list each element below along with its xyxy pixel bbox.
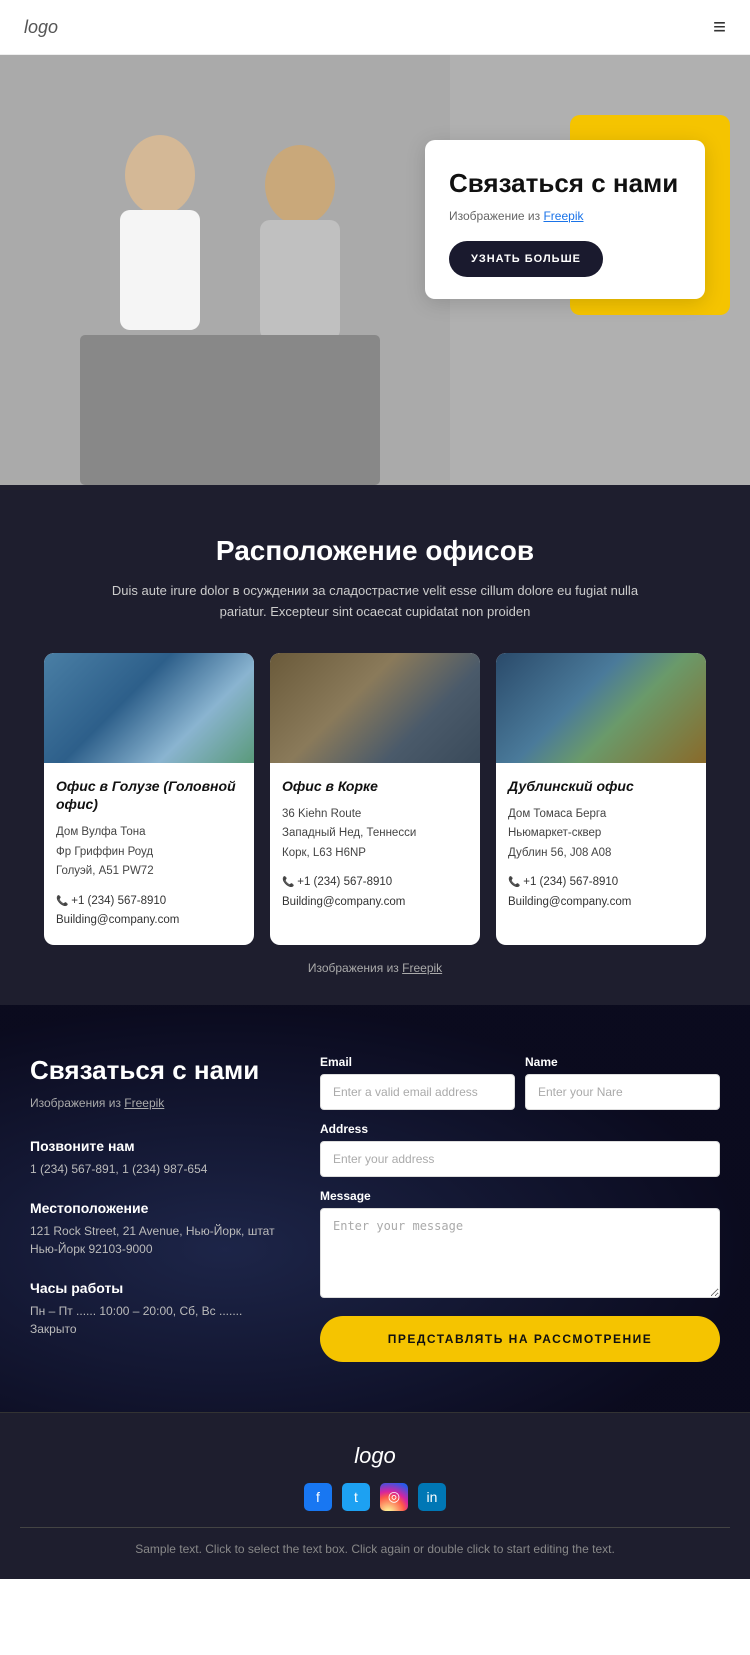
email-label: Email [320,1055,515,1069]
form-group-name: Name [525,1055,720,1110]
hero-section: Связаться с нами Изображение из Freepik … [0,55,750,485]
office-card-2-title: Офис в Корке [282,777,468,795]
name-input[interactable] [525,1074,720,1110]
footer: logo f t ◎ in Sample text. Click to sele… [0,1412,750,1579]
office-card-2-phone: +1 (234) 567-8910 [282,873,468,893]
offices-source-link[interactable]: Freepik [402,961,442,975]
name-label: Name [525,1055,720,1069]
social-linkedin-icon[interactable]: in [418,1483,446,1511]
office-card-2-address: 36 Kiehn RouteЗападный Нед, ТеннессиКорк… [282,805,468,864]
offices-source: Изображения из Freepik [30,961,720,975]
form-group-address: Address [320,1122,720,1177]
message-textarea[interactable] [320,1208,720,1298]
social-facebook-icon[interactable]: f [304,1483,332,1511]
form-row-message: Message [320,1189,720,1298]
social-twitter-icon[interactable]: t [342,1483,370,1511]
hero-source: Изображение из Freepik [449,209,681,223]
form-row-address: Address [320,1122,720,1177]
office-card-3-phone: +1 (234) 567-8910 [508,873,694,893]
office-card-3-address: Дом Томаса БергаНьюмаркет-скверДублин 56… [508,805,694,864]
message-label: Message [320,1189,720,1203]
hero-source-link[interactable]: Freepik [543,209,583,223]
office-card-2: Офис в Корке 36 Kiehn RouteЗападный Нед,… [270,653,480,945]
office-card-1-address: Дом Вулфа ТонаФр Гриффин РоудГолуэй, A51… [56,823,242,882]
contact-hours-block: Часы работы Пн – Пт ...... 10:00 – 20:00… [30,1280,290,1338]
footer-logo: logo [20,1443,730,1469]
contact-section: Связаться с нами Изображения из Freepik … [0,1005,750,1412]
office-card-3-contact: +1 (234) 567-8910 Building@company.com [508,873,694,912]
hero-image [0,55,450,485]
social-instagram-icon[interactable]: ◎ [380,1483,408,1511]
office-card-1-email: Building@company.com [56,911,242,931]
footer-sample-text: Sample text. Click to select the text bo… [20,1540,730,1559]
office-card-3-title: Дублинский офис [508,777,694,795]
form-row-email-name: Email Name [320,1055,720,1110]
hero-card: Связаться с нами Изображение из Freepik … [425,140,705,299]
hero-title: Связаться с нами [449,168,681,199]
office-card-3-image [496,653,706,763]
contact-hours-title: Часы работы [30,1280,290,1296]
email-input[interactable] [320,1074,515,1110]
form-group-message: Message [320,1189,720,1298]
contact-phone-block: Позвоните нам 1 (234) 567-891, 1 (234) 9… [30,1138,290,1178]
office-card-3-email: Building@company.com [508,893,694,913]
contact-phone-title: Позвоните нам [30,1138,290,1154]
office-card-2-contact: +1 (234) 567-8910 Building@company.com [282,873,468,912]
hero-learn-more-button[interactable]: УЗНАТЬ БОЛЬШЕ [449,241,603,277]
office-card-3: Дублинский офис Дом Томаса БергаНьюмарке… [496,653,706,945]
offices-subtitle: Duis aute irure dolor в осуждении за сла… [105,581,645,623]
header-logo: logo [24,17,58,38]
contact-location-address: 121 Rock Street, 21 Avenue, Нью-Йорк, шт… [30,1222,290,1258]
office-cards-container: Офис в Голузе (Головной офис) Дом Вулфа … [30,653,720,945]
header: logo ≡ [0,0,750,55]
office-card-1-phone: +1 (234) 567-8910 [56,892,242,912]
offices-section: Расположение офисов Duis aute irure dolo… [0,485,750,1005]
contact-location-block: Местоположение 121 Rock Street, 21 Avenu… [30,1200,290,1258]
office-card-1-image [44,653,254,763]
hamburger-menu[interactable]: ≡ [713,14,726,40]
offices-title: Расположение офисов [30,535,720,567]
contact-phone-numbers: 1 (234) 567-891, 1 (234) 987-654 [30,1160,290,1178]
footer-divider [20,1527,730,1528]
contact-hours-text: Пн – Пт ...... 10:00 – 20:00, Сб, Вс ...… [30,1302,290,1338]
office-card-1-title: Офис в Голузе (Головной офис) [56,777,242,813]
office-card-1-contact: +1 (234) 567-8910 Building@company.com [56,892,242,931]
form-group-email: Email [320,1055,515,1110]
office-card-1: Офис в Голузе (Головной офис) Дом Вулфа … [44,653,254,945]
submit-button[interactable]: ПРЕДСТАВЛЯТЬ НА РАССМОТРЕНИЕ [320,1316,720,1362]
contact-location-title: Местоположение [30,1200,290,1216]
contact-source: Изображения из Freepik [30,1096,290,1110]
contact-form: Email Name Address Message ПРЕДСТАВЛЯТЬ … [320,1055,720,1362]
address-input[interactable] [320,1141,720,1177]
address-label: Address [320,1122,720,1136]
contact-info: Связаться с нами Изображения из Freepik … [30,1055,290,1362]
footer-socials: f t ◎ in [20,1483,730,1511]
contact-title: Связаться с нами [30,1055,290,1086]
office-card-2-image [270,653,480,763]
contact-source-link[interactable]: Freepik [124,1096,164,1110]
office-card-2-email: Building@company.com [282,893,468,913]
